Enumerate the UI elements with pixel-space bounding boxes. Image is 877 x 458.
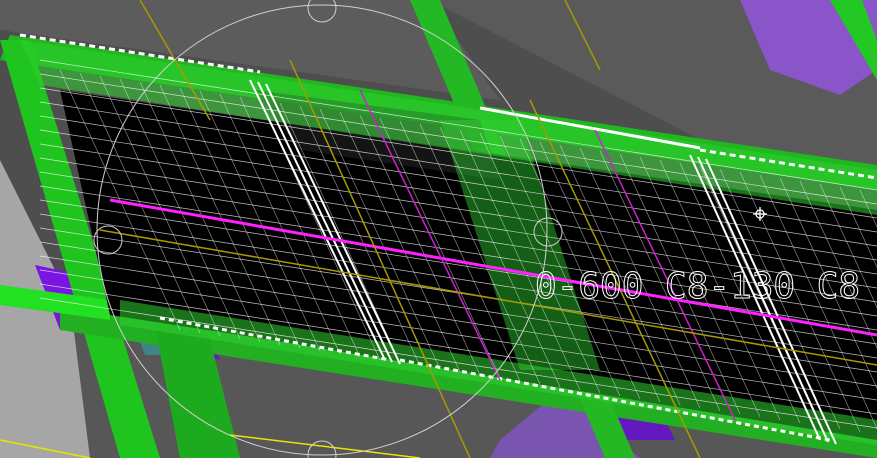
cad-viewport[interactable]: 0-600 C8-130 C8: [0, 0, 877, 458]
model-scene[interactable]: 0-600 C8-130 C8: [0, 0, 877, 458]
rebar-annotation-text[interactable]: 0-600 C8-130 C8: [535, 266, 861, 308]
